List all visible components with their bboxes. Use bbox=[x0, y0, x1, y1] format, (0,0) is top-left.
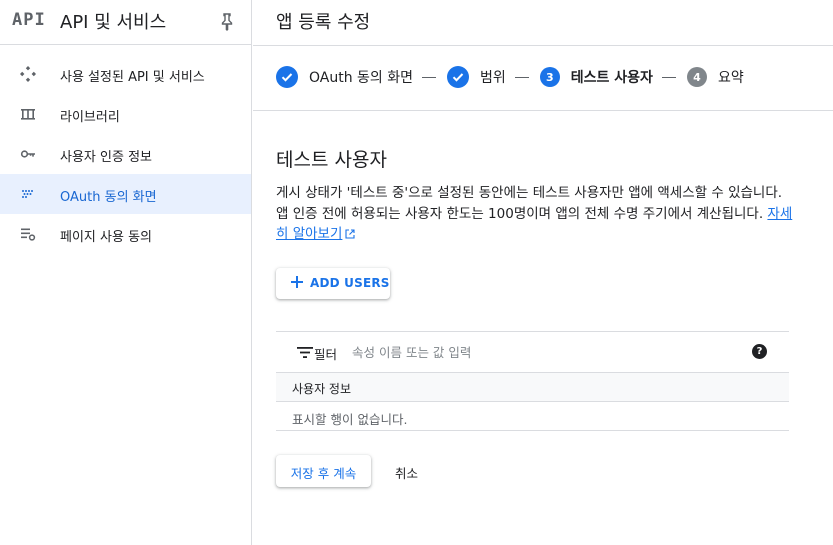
help-icon[interactable]: ? bbox=[752, 344, 767, 359]
external-link-icon bbox=[345, 229, 355, 239]
sidebar-item-oauth-consent[interactable]: OAuth 동의 화면 bbox=[0, 174, 251, 214]
step-done-check-icon bbox=[276, 66, 298, 88]
step-number-badge: 4 bbox=[686, 67, 707, 87]
sidebar-item-library[interactable]: 라이브러리 bbox=[0, 94, 251, 134]
sidebar-title: API 및 서비스 bbox=[60, 12, 167, 33]
step-scopes-label[interactable]: 범위 bbox=[480, 67, 506, 87]
step-test-users-label[interactable]: 테스트 사용자 bbox=[571, 67, 653, 87]
section-title: 테스트 사용자 bbox=[276, 149, 387, 171]
sidebar-item-enabled-apis[interactable]: 사용 설정된 API 및 서비스 bbox=[0, 54, 251, 94]
table-empty-row: 표시할 행이 없습니다. bbox=[276, 402, 789, 431]
apis-icon bbox=[20, 66, 36, 82]
sidebar-item-label: OAuth 동의 화면 bbox=[60, 190, 157, 205]
filter-icon bbox=[297, 347, 313, 358]
add-users-button[interactable]: ADD USERS bbox=[276, 268, 390, 299]
save-and-continue-button[interactable]: 저장 후 계속 bbox=[276, 455, 371, 487]
api-logo: API bbox=[12, 10, 46, 30]
table-header: 사용자 정보 bbox=[276, 372, 789, 402]
step-separator bbox=[422, 76, 437, 78]
sidebar-item-label: 라이브러리 bbox=[60, 110, 120, 125]
step-number-badge: 3 bbox=[539, 67, 560, 87]
page-title: 앱 등록 수정 bbox=[276, 12, 371, 33]
filter-bar: 필터 ? bbox=[276, 332, 789, 372]
filter-input[interactable] bbox=[352, 341, 732, 363]
step-separator bbox=[514, 76, 529, 78]
column-header-user-info[interactable]: 사용자 정보 bbox=[292, 380, 351, 397]
empty-message: 표시할 행이 없습니다. bbox=[292, 412, 408, 427]
sidebar-item-label: 사용자 인증 정보 bbox=[60, 150, 152, 165]
filter-label: 필터 bbox=[314, 347, 338, 362]
cancel-label: 취소 bbox=[395, 466, 419, 481]
sidebar-item-page-usage[interactable]: 페이지 사용 동의 bbox=[0, 214, 251, 254]
stepper: OAuth 동의 화면 범위 3 테스트 사용자 4 요약 bbox=[276, 64, 744, 90]
sidebar-item-label: 페이지 사용 동의 bbox=[60, 230, 152, 245]
cancel-button[interactable]: 취소 bbox=[383, 455, 433, 487]
main-content: 앱 등록 수정 OAuth 동의 화면 범위 3 테스트 사용자 4 요약 테스… bbox=[253, 0, 833, 545]
library-icon bbox=[21, 109, 35, 120]
key-icon bbox=[20, 150, 35, 158]
step-done-check-icon bbox=[447, 66, 470, 88]
description-text: 게시 상태가 '테스트 중'으로 설정된 동안에는 테스트 사용자만 앱에 액세… bbox=[276, 185, 783, 222]
oauth-consent-icon bbox=[22, 190, 33, 198]
sidebar-header: API API 및 서비스 bbox=[0, 0, 251, 45]
plus-icon bbox=[291, 276, 303, 288]
stepper-divider bbox=[253, 110, 833, 111]
page-usage-icon bbox=[21, 228, 36, 241]
pin-icon[interactable] bbox=[220, 13, 234, 31]
sidebar: API API 및 서비스 사용 설정된 API 및 서비스 라이브러리 사용자… bbox=[0, 0, 252, 545]
header-divider bbox=[253, 45, 833, 46]
add-users-label: ADD USERS bbox=[310, 276, 390, 290]
sidebar-item-label: 사용 설정된 API 및 서비스 bbox=[60, 70, 205, 85]
sidebar-item-credentials[interactable]: 사용자 인증 정보 bbox=[0, 134, 251, 174]
step-summary-label[interactable]: 요약 bbox=[718, 67, 744, 87]
step-oauth-label[interactable]: OAuth 동의 화면 bbox=[309, 67, 413, 87]
step-separator bbox=[661, 76, 676, 78]
save-label: 저장 후 계속 bbox=[290, 466, 357, 481]
description: 게시 상태가 '테스트 중'으로 설정된 동안에는 테스트 사용자만 앱에 액세… bbox=[276, 183, 796, 245]
